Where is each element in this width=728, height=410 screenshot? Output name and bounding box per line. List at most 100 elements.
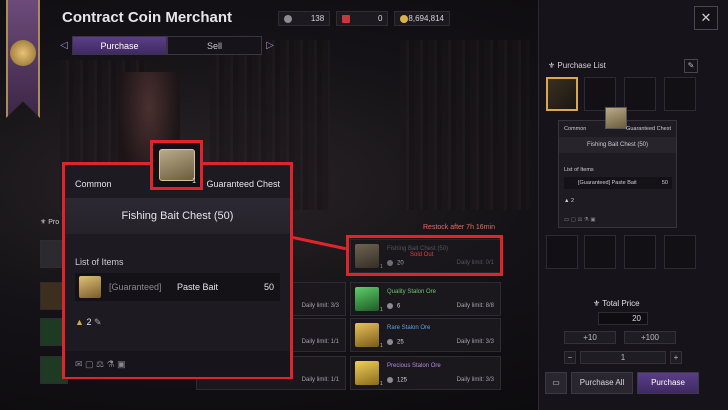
purchase-slot[interactable] [664,77,696,111]
tooltip-tool-icons: ✉ ▢ ⚖ ⚗ ▣ [65,351,290,377]
tooltip-list-label: List of Items [75,257,124,267]
silver-coin-icon [284,14,292,23]
item-qty: 1 [380,343,383,349]
purchase-slot[interactable] [584,77,616,111]
total-price-text: Total Price [602,299,640,308]
item-qty: 1 [380,381,383,387]
price-value: 125 [397,377,408,384]
chest-icon [159,149,195,181]
quantity-input[interactable]: 1 [580,351,666,364]
price-value: 6 [397,303,401,310]
mini-item-name: Fishing Bait Chest (50) [559,137,676,153]
tab-sell[interactable]: Sell [167,36,262,55]
background-bookshelf [400,40,530,210]
purchase-slot-filled[interactable] [546,77,578,111]
currency-ticket: 0 [336,11,389,26]
mini-stack-count: ▲ 2 [564,198,575,204]
tab-bar: ◁ Purchase Sell ▷ [56,36,278,55]
item-qty: 1 [380,307,383,313]
currency-silver: 138 [278,11,331,26]
mini-tag: Guaranteed Chest [626,126,671,132]
mini-entry-name: [Guaranteed] Paste Bait [578,180,637,186]
store-item-precious-stalon-ore[interactable]: Precious Stalon Ore 125 Daily limit: 3/3… [350,356,501,390]
item-price: 125 [387,377,407,384]
tooltip-item-name: Fishing Bait Chest (50) [65,198,290,234]
close-button[interactable]: ✕ [694,6,718,30]
item-name: Quality Stalon Ore [387,289,437,295]
total-price-amount: 20 [632,314,641,323]
tooltip-entry-qty: 50 [263,282,274,292]
stack-icon: ▲ [75,317,84,327]
app-window: Contract Coin Merchant 138 0 8,694,814 ◁… [0,0,728,410]
tooltip-rarity: Common [75,179,112,189]
mini-rarity: Common [564,126,587,132]
highlight-box [346,235,503,276]
purchase-slot[interactable] [546,235,578,269]
highlight-connector [292,236,347,251]
item-name: Rare Stalon Ore [387,325,431,331]
store-item-rare-stalon-ore[interactable]: Rare Stalon Ore 25 Daily limit: 3/3 1 [350,318,501,352]
ore-icon [355,361,379,385]
daily-limit: Daily limit: 3/3 [456,339,494,345]
tab-purchase[interactable]: Purchase [72,36,167,55]
daily-limit: Daily limit: 1/1 [301,377,339,383]
mini-tool-icons: ▭ ▢ ⚖ ⚗ ▣ [564,217,596,223]
silver-coin-icon [387,377,393,383]
scroll-icon: ✎ [93,317,102,327]
daily-limit: Daily limit: 3/3 [456,377,494,383]
tab-left-arrow-icon[interactable]: ◁ [56,36,72,55]
ore-icon [355,323,379,347]
plus-100-button[interactable]: +100 [624,331,676,344]
ticket-icon [342,14,351,23]
purchase-slot[interactable] [664,235,696,269]
restock-timer: Restock after 7h 16min [423,224,495,231]
purchase-slot[interactable] [584,235,616,269]
silver-coin-icon [387,303,393,309]
tooltip-entry-label: [Guaranteed] [109,282,162,292]
mini-list-entry: [Guaranteed] Paste Bait 50 [564,177,672,189]
page-title: Contract Coin Merchant [62,9,233,26]
mini-stack-value: 2 [570,198,575,204]
tooltip-list-entry: [Guaranteed] Paste Bait 50 [75,273,280,301]
daily-limit: Daily limit: 3/3 [301,303,339,309]
item-tooltip: Common Guaranteed Chest Fishing Bait Che… [62,162,293,379]
purchase-list-title: ⚜ Purchase List [548,61,606,70]
tooltip-entry-name: Paste Bait [177,282,219,292]
store-title: ⚜ Pro [40,219,60,226]
purchase-button[interactable]: Purchase [637,372,699,394]
item-price: 6 [387,303,400,310]
currency-value: 8,694,814 [408,14,444,23]
mini-entry-qty: 50 [661,180,668,186]
purchase-list-label: Purchase List [557,61,606,70]
plus-button[interactable]: + [670,351,682,364]
currency-value: 138 [310,14,325,23]
daily-limit: Daily limit: 8/8 [456,303,494,309]
daily-limit: Daily limit: 1/1 [301,339,339,345]
currency-bar: 138 0 8,694,814 [278,11,450,26]
paste-bait-icon [79,276,101,298]
ore-icon [355,287,379,311]
tooltip-tag: Guaranteed Chest [206,179,280,189]
tooltip-item-count: 1 [192,178,196,185]
purchase-slot[interactable] [624,77,656,111]
store-item-quality-stalon-ore[interactable]: Quality Stalon Ore 6 Daily limit: 8/8 1 [350,282,501,316]
tooltip-stack-value: 2 [86,317,92,327]
price-value: 25 [397,339,404,346]
purchase-slot[interactable] [624,235,656,269]
cart-icon[interactable]: ▭ [545,372,567,394]
total-price-value: 20 [598,312,648,325]
settings-icon[interactable]: ✎ [684,59,698,73]
tab-right-arrow-icon[interactable]: ▷ [262,36,278,55]
currency-value: 0 [377,14,383,23]
purchase-all-button[interactable]: Purchase All [571,372,633,394]
currency-gold: 8,694,814 [394,11,450,26]
mini-item-tooltip: Common Guaranteed Chest Fishing Bait Che… [558,107,677,228]
minus-button[interactable]: − [564,351,576,364]
item-name: Precious Stalon Ore [387,363,441,369]
mini-list-label: List of Items [564,167,594,173]
plus-10-button[interactable]: +10 [564,331,616,344]
item-price: 25 [387,339,404,346]
tooltip-stack: ▲ 2 ✎ [75,317,102,328]
store-title-text: Pro [48,219,60,226]
silver-coin-icon [387,339,393,345]
